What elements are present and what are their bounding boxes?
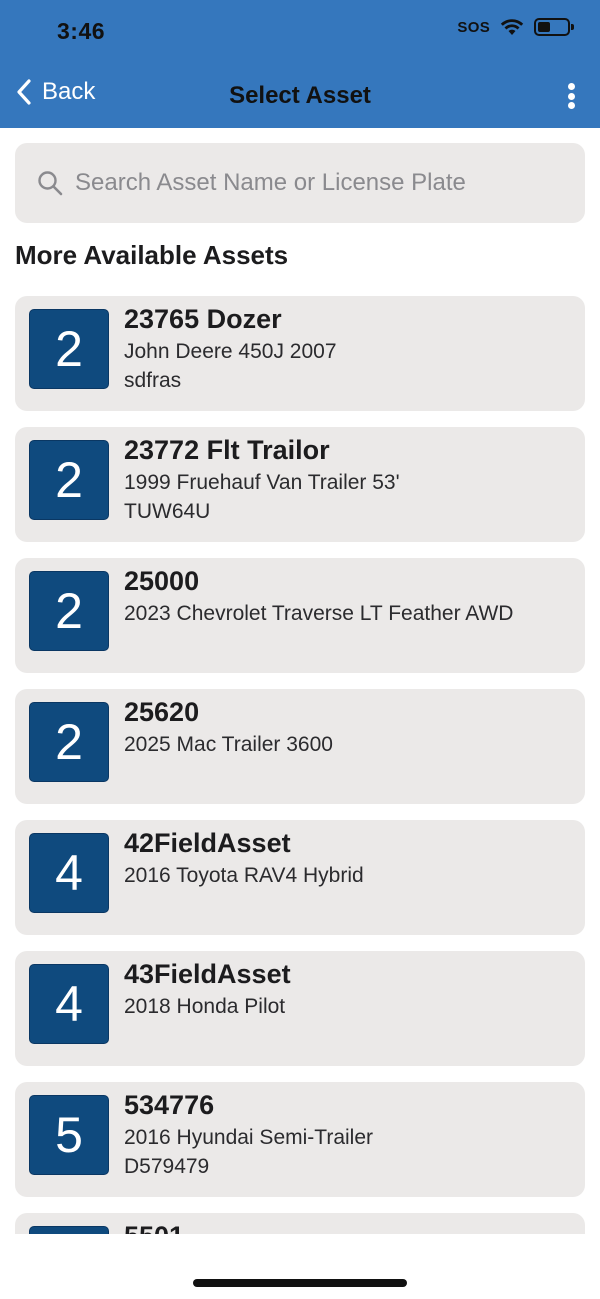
asset-badge: 5	[30, 1096, 108, 1174]
header-bar: 3:46 SOS Back Select Asset	[0, 0, 600, 128]
asset-card[interactable]: 2 25000 2023 Chevrolet Traverse LT Feath…	[15, 558, 585, 673]
asset-badge: 4	[30, 834, 108, 912]
asset-card[interactable]: 5 534776 2016 Hyundai Semi-Trailer D5794…	[15, 1082, 585, 1197]
asset-name: 23772 Flt Trailor	[124, 435, 330, 465]
asset-card[interactable]: 2 23765 Dozer John Deere 450J 2007 sdfra…	[15, 296, 585, 411]
status-icons: SOS	[457, 18, 574, 36]
asset-description: 2018 Honda Pilot	[124, 995, 286, 1018]
home-indicator[interactable]	[193, 1279, 407, 1287]
asset-card[interactable]: 5 5501	[15, 1213, 585, 1234]
asset-description: John Deere 450J 2007	[124, 340, 337, 363]
asset-card[interactable]: 4 42FieldAsset 2016 Toyota RAV4 Hybrid	[15, 820, 585, 935]
asset-description: 2025 Mac Trailer 3600	[124, 733, 333, 756]
home-area	[0, 1234, 600, 1299]
asset-badge: 2	[30, 441, 108, 519]
asset-plate: TUW64U	[124, 500, 211, 523]
asset-name: 43FieldAsset	[124, 959, 291, 989]
asset-card[interactable]: 2 25620 2025 Mac Trailer 3600	[15, 689, 585, 804]
asset-description: 2016 Hyundai Semi-Trailer	[124, 1126, 373, 1149]
page-title: Select Asset	[229, 82, 371, 109]
asset-plate: sdfras	[124, 369, 182, 392]
asset-name: 534776	[124, 1090, 215, 1120]
status-time: 3:46	[57, 18, 106, 44]
asset-list[interactable]: 2 23765 Dozer John Deere 450J 2007 sdfra…	[15, 296, 585, 1234]
wifi-icon	[500, 19, 524, 35]
asset-badge: 2	[30, 703, 108, 781]
asset-badge: 4	[30, 965, 108, 1043]
asset-card[interactable]: 4 43FieldAsset 2018 Honda Pilot	[15, 951, 585, 1066]
asset-name: 23765 Dozer	[124, 304, 282, 334]
more-vertical-icon[interactable]	[564, 80, 578, 112]
section-title: More Available Assets	[15, 240, 289, 270]
asset-description: 2023 Chevrolet Traverse LT Feather AWD	[124, 602, 514, 625]
asset-badge: 2	[30, 572, 108, 650]
asset-description: 2016 Toyota RAV4 Hybrid	[124, 864, 364, 887]
sos-indicator: SOS	[457, 18, 490, 36]
search-input[interactable]	[75, 169, 555, 197]
asset-name: 25620	[124, 697, 200, 727]
search-bar[interactable]	[15, 143, 585, 223]
asset-name: 25000	[124, 566, 200, 596]
asset-card[interactable]: 2 23772 Flt Trailor 1999 Fruehauf Van Tr…	[15, 427, 585, 542]
asset-name: 42FieldAsset	[124, 828, 291, 858]
asset-description: 1999 Fruehauf Van Trailer 53'	[124, 471, 400, 494]
asset-badge: 5	[30, 1227, 108, 1234]
battery-icon	[534, 18, 574, 36]
asset-name: 5501	[124, 1221, 184, 1234]
asset-badge: 2	[30, 310, 108, 388]
search-icon	[38, 171, 63, 196]
asset-plate: D579479	[124, 1155, 210, 1178]
